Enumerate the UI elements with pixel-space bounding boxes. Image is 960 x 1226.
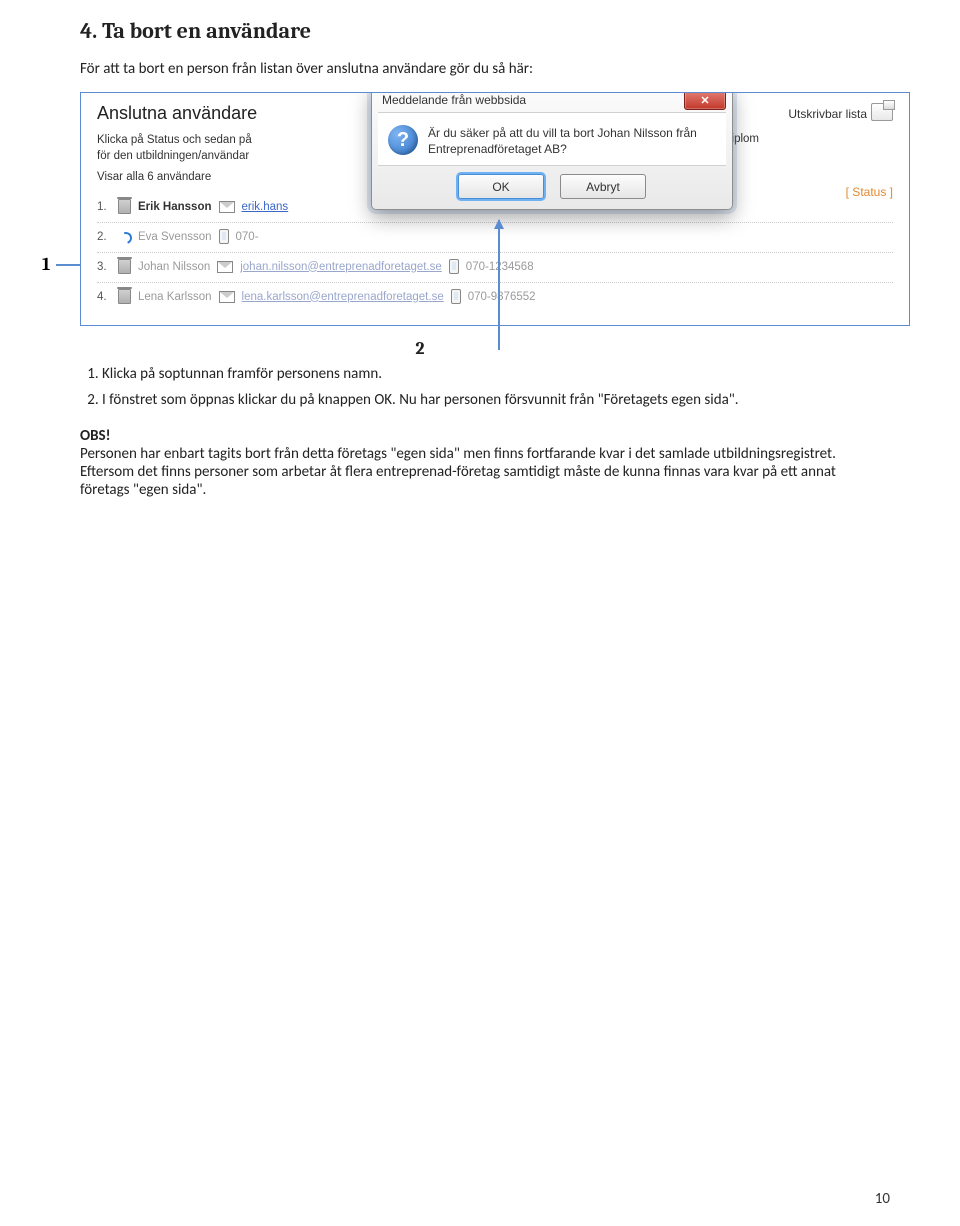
- cancel-button[interactable]: Avbryt: [560, 174, 646, 199]
- user-email[interactable]: erik.hans: [242, 201, 289, 213]
- row-number: 2.: [97, 231, 111, 243]
- ok-button[interactable]: OK: [458, 174, 544, 199]
- question-icon: ?: [388, 125, 418, 155]
- steps-list: Klicka på soptunnan framför personens na…: [80, 365, 890, 409]
- phone-icon: [451, 289, 461, 304]
- close-button[interactable]: ✕: [684, 92, 726, 110]
- phone-icon: [219, 229, 229, 244]
- user-name: Lena Karlsson: [138, 291, 212, 303]
- panel-title: Anslutna användare: [97, 103, 257, 124]
- dialog-title: Meddelande från webbsida: [382, 93, 526, 107]
- printable-list-link[interactable]: Utskrivbar lista: [788, 107, 867, 121]
- user-email[interactable]: lena.karlsson@entreprenadforetaget.se: [242, 291, 444, 303]
- user-email[interactable]: johan.nilsson@entreprenadforetaget.se: [240, 261, 442, 273]
- panel-help-text: Klicka på Status och sedan på för den ut…: [97, 133, 357, 164]
- mail-icon: [219, 291, 235, 303]
- obs-body: Personen har enbart tagits bort från det…: [80, 445, 840, 499]
- phone-icon: [449, 259, 459, 274]
- mail-icon: [219, 201, 235, 213]
- user-row: 4. Lena Karlsson lena.karlsson@entrepren…: [97, 283, 893, 312]
- delete-icon[interactable]: [118, 289, 131, 304]
- screenshot-panel: Anslutna användare Klicka på Status och …: [80, 92, 910, 326]
- delete-icon[interactable]: [118, 199, 131, 214]
- arrow-2: [498, 220, 500, 350]
- confirm-dialog: Meddelande från webbsida ✕ ? Är du säker…: [371, 92, 733, 210]
- user-phone: 070-: [236, 231, 259, 243]
- user-phone: 070-9876552: [468, 291, 536, 303]
- mail-icon: [217, 261, 233, 273]
- callout-1: 1: [42, 254, 50, 275]
- obs-label: OBS!: [80, 427, 890, 445]
- row-number: 1.: [97, 201, 111, 213]
- user-list: 1. Erik Hansson erik.hans 2. Eva Svensso…: [97, 193, 893, 312]
- dialog-message: Är du säker på att du vill ta bort Johan…: [428, 125, 714, 157]
- step-1: Klicka på soptunnan framför personens na…: [102, 365, 890, 383]
- section-heading: 4. Ta bort en användare: [80, 18, 890, 44]
- row-number: 3.: [97, 261, 111, 273]
- user-name: Johan Nilsson: [138, 261, 210, 273]
- page-number: 10: [875, 1190, 890, 1208]
- row-number: 4.: [97, 291, 111, 303]
- delete-icon[interactable]: [118, 259, 131, 274]
- user-name: Erik Hansson: [138, 201, 212, 213]
- refresh-icon[interactable]: [118, 230, 131, 243]
- print-icon[interactable]: [871, 103, 893, 121]
- step-2: I fönstret som öppnas klickar du på knap…: [102, 391, 890, 409]
- callout-2: 2: [390, 338, 450, 359]
- showing-count: Visar alla 6 användare: [97, 171, 211, 183]
- user-row: 3. Johan Nilsson johan.nilsson@entrepren…: [97, 253, 893, 283]
- close-icon: ✕: [700, 94, 709, 107]
- intro-text: För att ta bort en person från listan öv…: [80, 60, 890, 78]
- user-name: Eva Svensson: [138, 231, 212, 243]
- screenshot-wrapper: 1 Anslutna användare Klicka på Status oc…: [50, 92, 890, 326]
